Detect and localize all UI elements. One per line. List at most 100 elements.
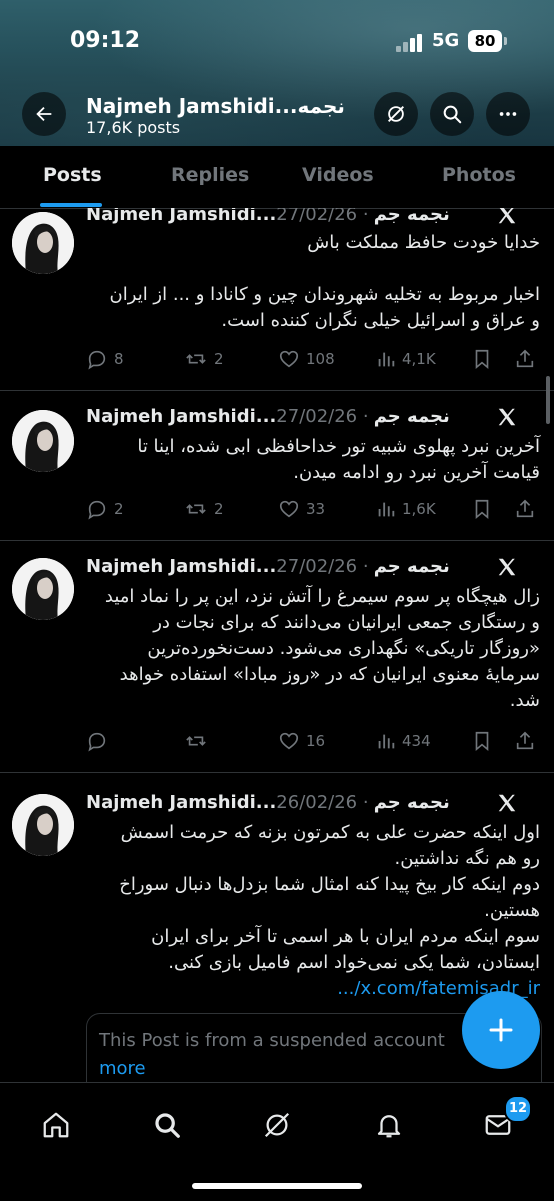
- repost-icon: [186, 354, 206, 364]
- views-icon: [378, 734, 395, 749]
- more-link[interactable]: more: [99, 1058, 146, 1079]
- repost-button[interactable]: 2: [184, 498, 224, 520]
- post-link[interactable]: x.com/fatemisadr_ir/...: [86, 976, 540, 1002]
- grok-icon: [388, 106, 404, 122]
- reply-button[interactable]: [86, 730, 114, 752]
- author-name[interactable]: Najmeh Jamshidi...نجمه جم: [86, 556, 450, 577]
- network-type: 5G: [432, 30, 460, 51]
- post-header: Najmeh Jamshidi...نجمه جم · 27/02/26: [86, 208, 534, 230]
- post-text-line: اول اینکه حضرت علی به کمرتون بزنه که حرم…: [120, 822, 540, 843]
- repost-button[interactable]: [184, 730, 214, 752]
- views-icon: [378, 352, 395, 367]
- author-name[interactable]: Najmeh Jamshidi...نجمه جم: [86, 406, 450, 427]
- grok-button[interactable]: [374, 92, 418, 136]
- arrow-left-icon: [36, 106, 52, 122]
- view-count: 1,6K: [402, 500, 436, 518]
- post-actions: 8 2 108 4,1K: [86, 348, 540, 372]
- bookmark-icon[interactable]: [472, 730, 492, 752]
- page-title: Najmeh Jamshidi...نجمه: [86, 94, 345, 118]
- post-actions: 2 2 33 1,6K: [86, 498, 540, 522]
- post-text-line: هستین.: [484, 900, 540, 921]
- share-icon[interactable]: [514, 348, 536, 370]
- post-text-line: زال هیچگاه پر سوم سیمرغ را آتش نزد، این …: [104, 586, 540, 607]
- post-text-line: و رستگاری جمعی ایرانیان می‌دانند که برای…: [153, 612, 540, 633]
- nav-notifications[interactable]: [367, 1103, 411, 1147]
- author-name[interactable]: Najmeh Jamshidi...نجمه جم: [86, 208, 450, 225]
- compose-button[interactable]: [462, 991, 540, 1069]
- views-button[interactable]: 4,1K: [376, 348, 436, 370]
- search-icon: [443, 105, 462, 124]
- share-icon[interactable]: [514, 730, 536, 752]
- post-text-line: خدایا خودت حافظ مملکت باش: [307, 232, 540, 253]
- post-text-line: «روزگار تاریکی» نگهداری می‌شود. دست‌نخور…: [147, 638, 540, 659]
- author-name[interactable]: Najmeh Jamshidi...نجمه جم: [86, 792, 450, 813]
- post-text-line: قیامت آخرین نبرد رو ادامه میدن.: [293, 462, 540, 483]
- plus-icon: [489, 1018, 513, 1042]
- repost-icon: [186, 504, 206, 514]
- post-feed[interactable]: Najmeh Jamshidi...نجمه جم · 27/02/26 خدا…: [0, 208, 554, 1082]
- post-text-line: سوم اینکه مردم ایران با هر اسمی تا آخر ب…: [151, 926, 540, 947]
- reply-count: 8: [114, 350, 124, 368]
- search-button[interactable]: [430, 92, 474, 136]
- nav-search[interactable]: [145, 1103, 189, 1147]
- avatar[interactable]: [12, 212, 74, 274]
- like-count: 16: [306, 732, 326, 750]
- tab-replies[interactable]: Replies: [171, 164, 249, 186]
- avatar[interactable]: [12, 794, 74, 856]
- tab-indicator: [40, 203, 102, 207]
- bookmark-icon[interactable]: [472, 348, 492, 370]
- bottom-nav: 12: [0, 1082, 554, 1201]
- like-button[interactable]: 16: [278, 730, 325, 752]
- post[interactable]: Najmeh Jamshidi...نجمه جم · 27/02/26 آخر…: [0, 390, 554, 541]
- messages-badge: 12: [504, 1095, 532, 1123]
- reply-icon: [88, 350, 106, 370]
- repost-icon: [186, 736, 206, 746]
- back-button[interactable]: [22, 92, 66, 136]
- repost-count: 2: [214, 500, 224, 518]
- like-button[interactable]: 108: [278, 348, 335, 370]
- post-header: Najmeh Jamshidi...نجمه جم · 27/02/26: [86, 556, 534, 582]
- post-text: خدایا خودت حافظ مملکت باش اخبار مربوط به…: [86, 230, 540, 334]
- repost-button[interactable]: 2: [184, 348, 224, 370]
- post[interactable]: Najmeh Jamshidi...نجمه جم · 27/02/26 خدا…: [0, 208, 554, 391]
- bookmark-icon[interactable]: [472, 498, 492, 520]
- post-header: Najmeh Jamshidi...نجمه جم · 26/02/26: [86, 792, 534, 818]
- reply-count: 2: [114, 500, 124, 518]
- repost-count: 2: [214, 350, 224, 368]
- battery-icon: 80: [468, 30, 507, 52]
- post-text-line: و عراق و اسرائیل خیلی نگران کننده است.: [221, 310, 540, 331]
- post-date: · 27/02/26: [276, 406, 369, 427]
- post-text: آخرین نبرد پهلوی شبیه تور خداحافظی ابی ش…: [86, 434, 540, 486]
- post-actions: 16 434: [86, 730, 540, 754]
- nav-home[interactable]: [34, 1103, 78, 1147]
- suspended-notice: This Post is from a suspended account: [99, 1030, 445, 1051]
- tab-photos[interactable]: Photos: [442, 164, 516, 186]
- post[interactable]: Najmeh Jamshidi...نجمه جم · 27/02/26 زال…: [0, 540, 554, 773]
- tab-videos[interactable]: Videos: [302, 164, 374, 186]
- views-button[interactable]: 434: [376, 730, 431, 752]
- heart-icon: [279, 500, 299, 518]
- reply-button[interactable]: 8: [86, 348, 124, 370]
- more-button[interactable]: [486, 92, 530, 136]
- post-text-line: دوم اینکه کار بیخ پیدا کنه امثال شما بزد…: [119, 874, 540, 895]
- views-button[interactable]: 1,6K: [376, 498, 436, 520]
- post-date: · 26/02/26: [276, 792, 369, 813]
- post-text-line: آخرین نبرد پهلوی شبیه تور خداحافظی ابی ش…: [137, 436, 540, 457]
- post-date: · 27/02/26: [276, 556, 369, 577]
- share-icon[interactable]: [514, 498, 536, 520]
- view-count: 4,1K: [402, 350, 436, 368]
- post-text-line: اخبار مربوط به تخلیه شهروندان چین و کانا…: [109, 284, 540, 305]
- tab-posts[interactable]: Posts: [43, 164, 102, 186]
- like-count: 33: [306, 500, 326, 518]
- x-logo-icon: [498, 208, 516, 224]
- avatar[interactable]: [12, 410, 74, 472]
- like-count: 108: [306, 350, 335, 368]
- reply-button[interactable]: 2: [86, 498, 124, 520]
- like-button[interactable]: 33: [278, 498, 325, 520]
- profile-header: 09:12 5G 80 Najmeh Jamshidi...نجمه 17,6K…: [0, 0, 554, 146]
- scrollbar[interactable]: [546, 376, 550, 424]
- avatar[interactable]: [12, 558, 74, 620]
- status-time: 09:12: [70, 28, 141, 53]
- nav-grok[interactable]: [255, 1103, 299, 1147]
- status-bar: 09:12 5G 80: [0, 20, 554, 66]
